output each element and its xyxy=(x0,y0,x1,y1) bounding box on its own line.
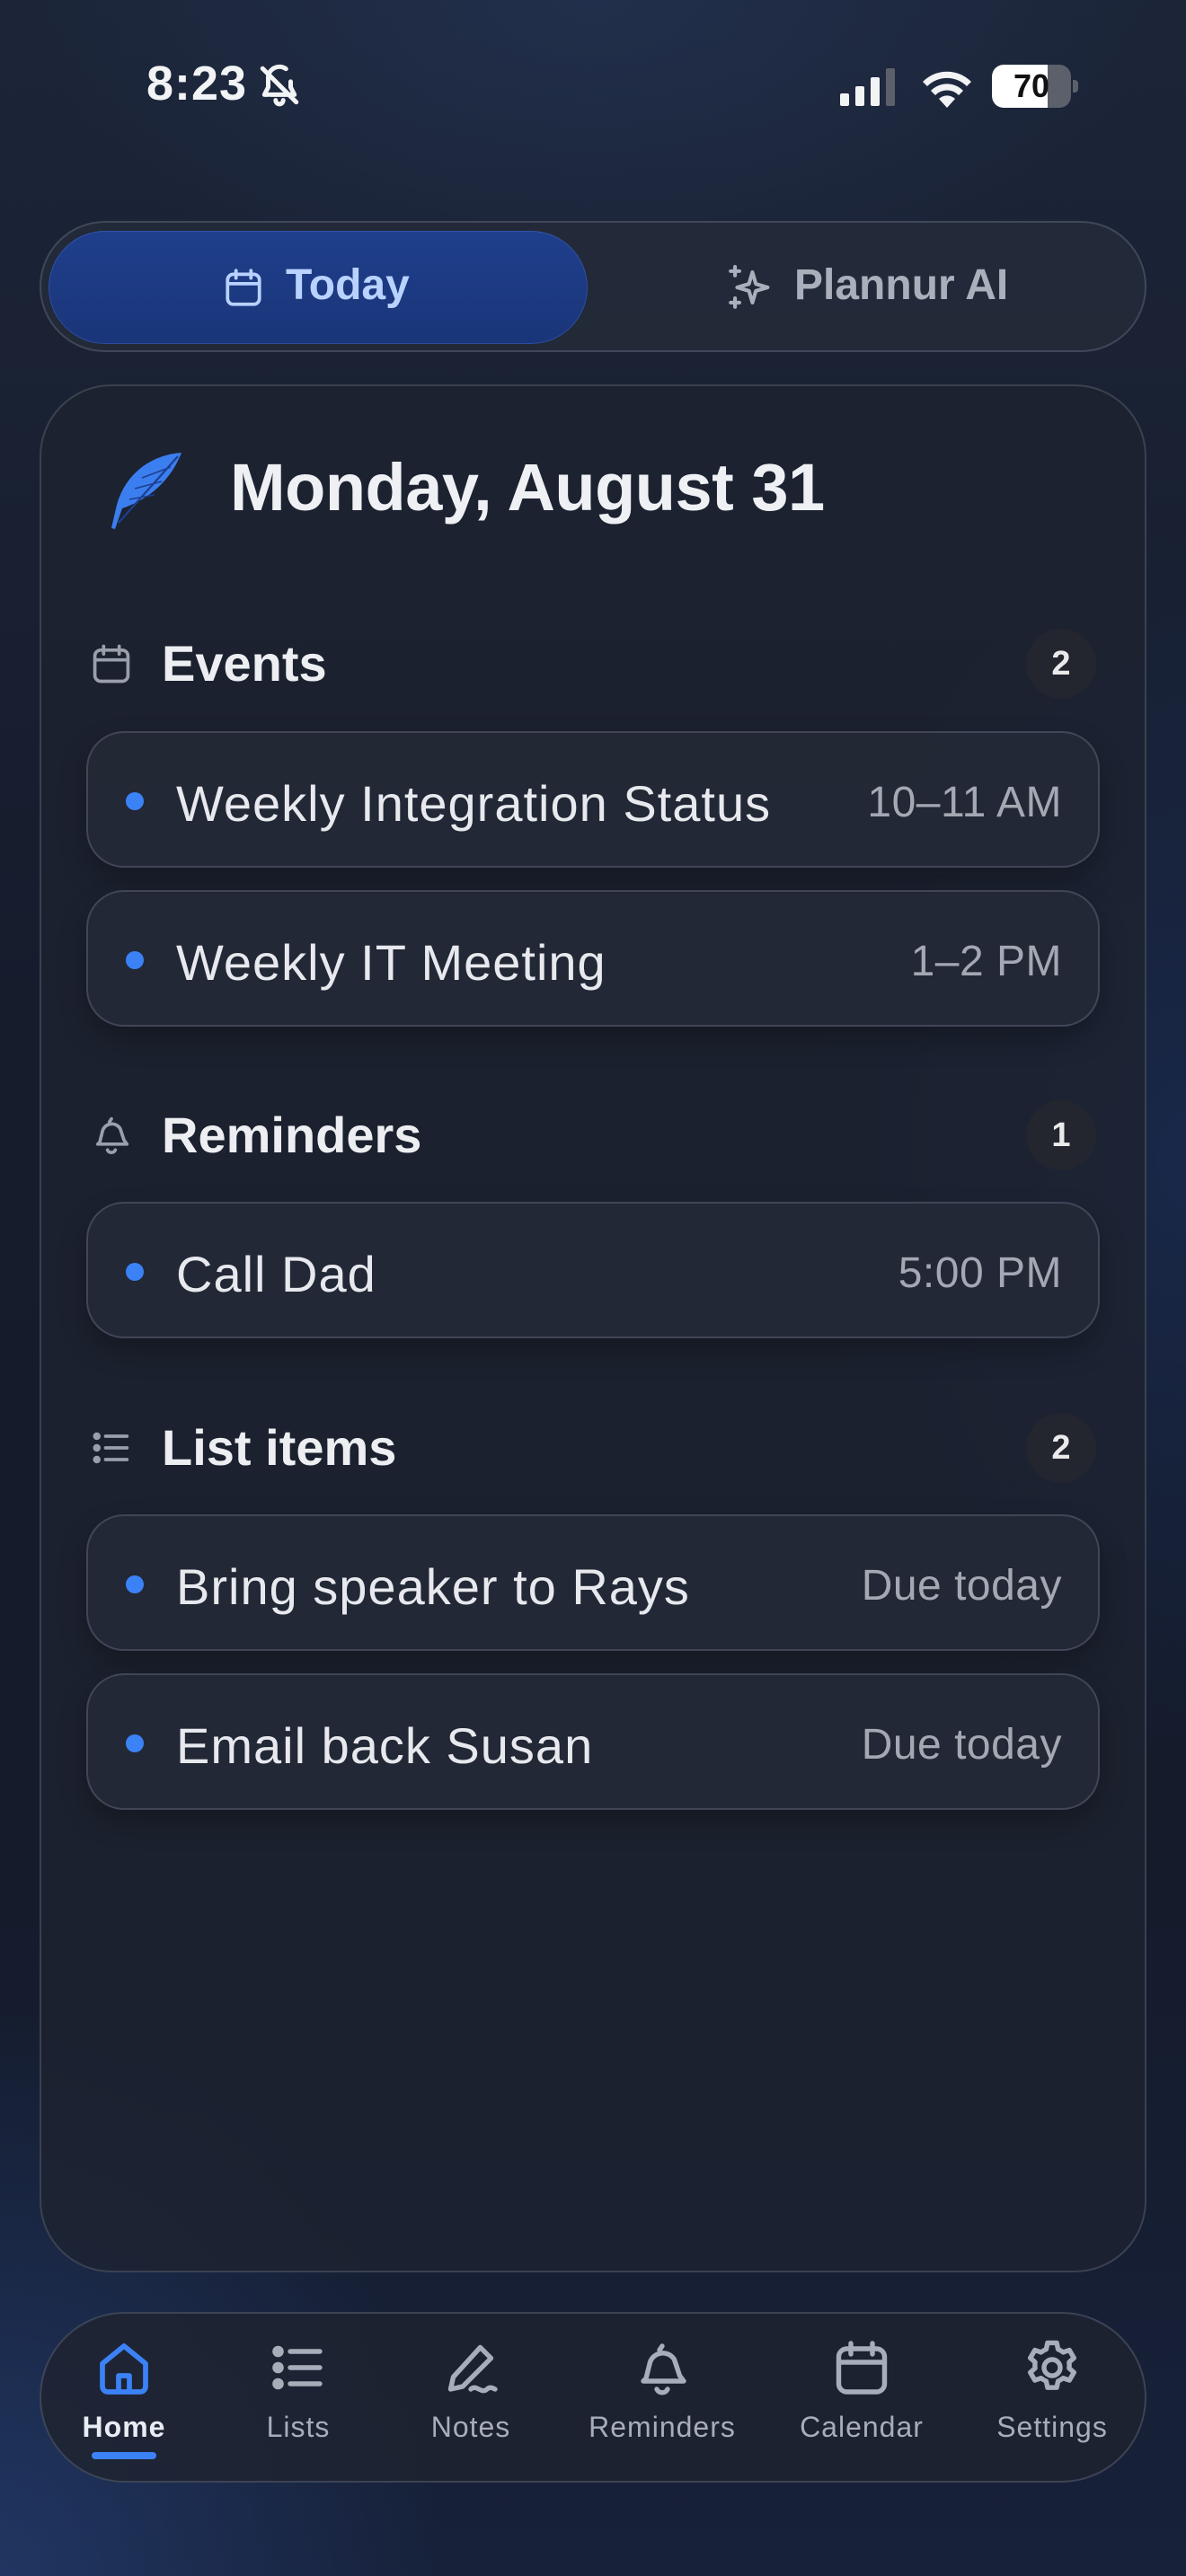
bell-icon xyxy=(95,1116,129,1154)
list-item-title: Email back Susan xyxy=(176,1717,594,1774)
event-item[interactable]: Weekly IT Meeting 1–2 PM xyxy=(86,890,1100,1027)
bullet-dot xyxy=(126,1575,144,1593)
gear-icon xyxy=(1028,2340,1076,2390)
feather-icon xyxy=(111,453,181,529)
calendar-icon xyxy=(226,269,261,306)
home-icon xyxy=(100,2343,148,2395)
reminder-time: 5:00 PM xyxy=(898,1249,1062,1297)
tab-label: Lists xyxy=(266,2411,331,2443)
events-count-badge: 2 xyxy=(1026,629,1096,699)
battery-indicator: 70 xyxy=(992,65,1078,108)
pen-icon xyxy=(447,2344,498,2394)
battery-percent: 70 xyxy=(1013,67,1050,104)
tab-settings[interactable]: Settings xyxy=(971,2335,1133,2470)
page-title: Monday, August 31 xyxy=(230,450,825,525)
event-item[interactable]: Weekly Integration Status 10–11 AM xyxy=(86,731,1100,868)
status-time: 8:23 xyxy=(146,57,248,110)
list-items-count-badge: 2 xyxy=(1026,1413,1096,1483)
tab-label: Calendar xyxy=(800,2411,924,2443)
section-title-events: Events xyxy=(162,635,327,692)
bullet-dot xyxy=(126,1734,144,1752)
section-title-list-items: List items xyxy=(162,1419,397,1476)
tab-label: Notes xyxy=(430,2411,511,2443)
list-item[interactable]: Email back Susan Due today xyxy=(86,1673,1100,1810)
list-item-title: Bring speaker to Rays xyxy=(176,1558,690,1615)
reminder-title: Call Dad xyxy=(176,1246,376,1302)
list-item[interactable]: Bring speaker to Rays Due today xyxy=(86,1514,1100,1651)
tab-notes[interactable]: Notes xyxy=(390,2335,552,2470)
event-title: Weekly IT Meeting xyxy=(176,934,606,991)
event-time: 10–11 AM xyxy=(867,779,1062,826)
active-tab-indicator xyxy=(92,2452,156,2459)
bullet-dot xyxy=(126,951,144,969)
sparkles-icon[interactable] xyxy=(724,261,776,313)
tab-home[interactable]: Home xyxy=(43,2335,205,2470)
tab-calendar[interactable]: Calendar xyxy=(781,2335,943,2470)
list-item-due: Due today xyxy=(861,1562,1062,1610)
tab-reminders[interactable]: Reminders xyxy=(580,2335,744,2470)
tab-today-label[interactable]: Today xyxy=(286,260,410,310)
reminder-item[interactable]: Call Dad 5:00 PM xyxy=(86,1202,1100,1338)
list-icon xyxy=(272,2345,323,2390)
tab-label: Reminders xyxy=(589,2411,736,2443)
bullet-dot xyxy=(126,792,144,810)
bell-slash-icon xyxy=(260,64,299,107)
tab-lists[interactable]: Lists xyxy=(217,2335,379,2470)
tab-label: Home xyxy=(82,2411,166,2443)
bell-icon xyxy=(641,2343,686,2395)
calendar-icon xyxy=(93,644,130,684)
reminders-count-badge: 1 xyxy=(1026,1100,1096,1170)
tab-label: Settings xyxy=(996,2411,1108,2443)
section-title-reminders: Reminders xyxy=(162,1107,422,1163)
cellular-signal-icon xyxy=(840,68,895,106)
list-item-due: Due today xyxy=(861,1721,1062,1769)
wifi-icon xyxy=(923,71,971,108)
event-title: Weekly Integration Status xyxy=(176,775,772,832)
calendar-icon xyxy=(836,2341,888,2395)
event-time: 1–2 PM xyxy=(910,938,1062,985)
tab-plannur-ai[interactable]: Plannur AI xyxy=(794,260,1008,310)
bullet-dot xyxy=(126,1263,144,1281)
list-icon xyxy=(93,1432,129,1464)
